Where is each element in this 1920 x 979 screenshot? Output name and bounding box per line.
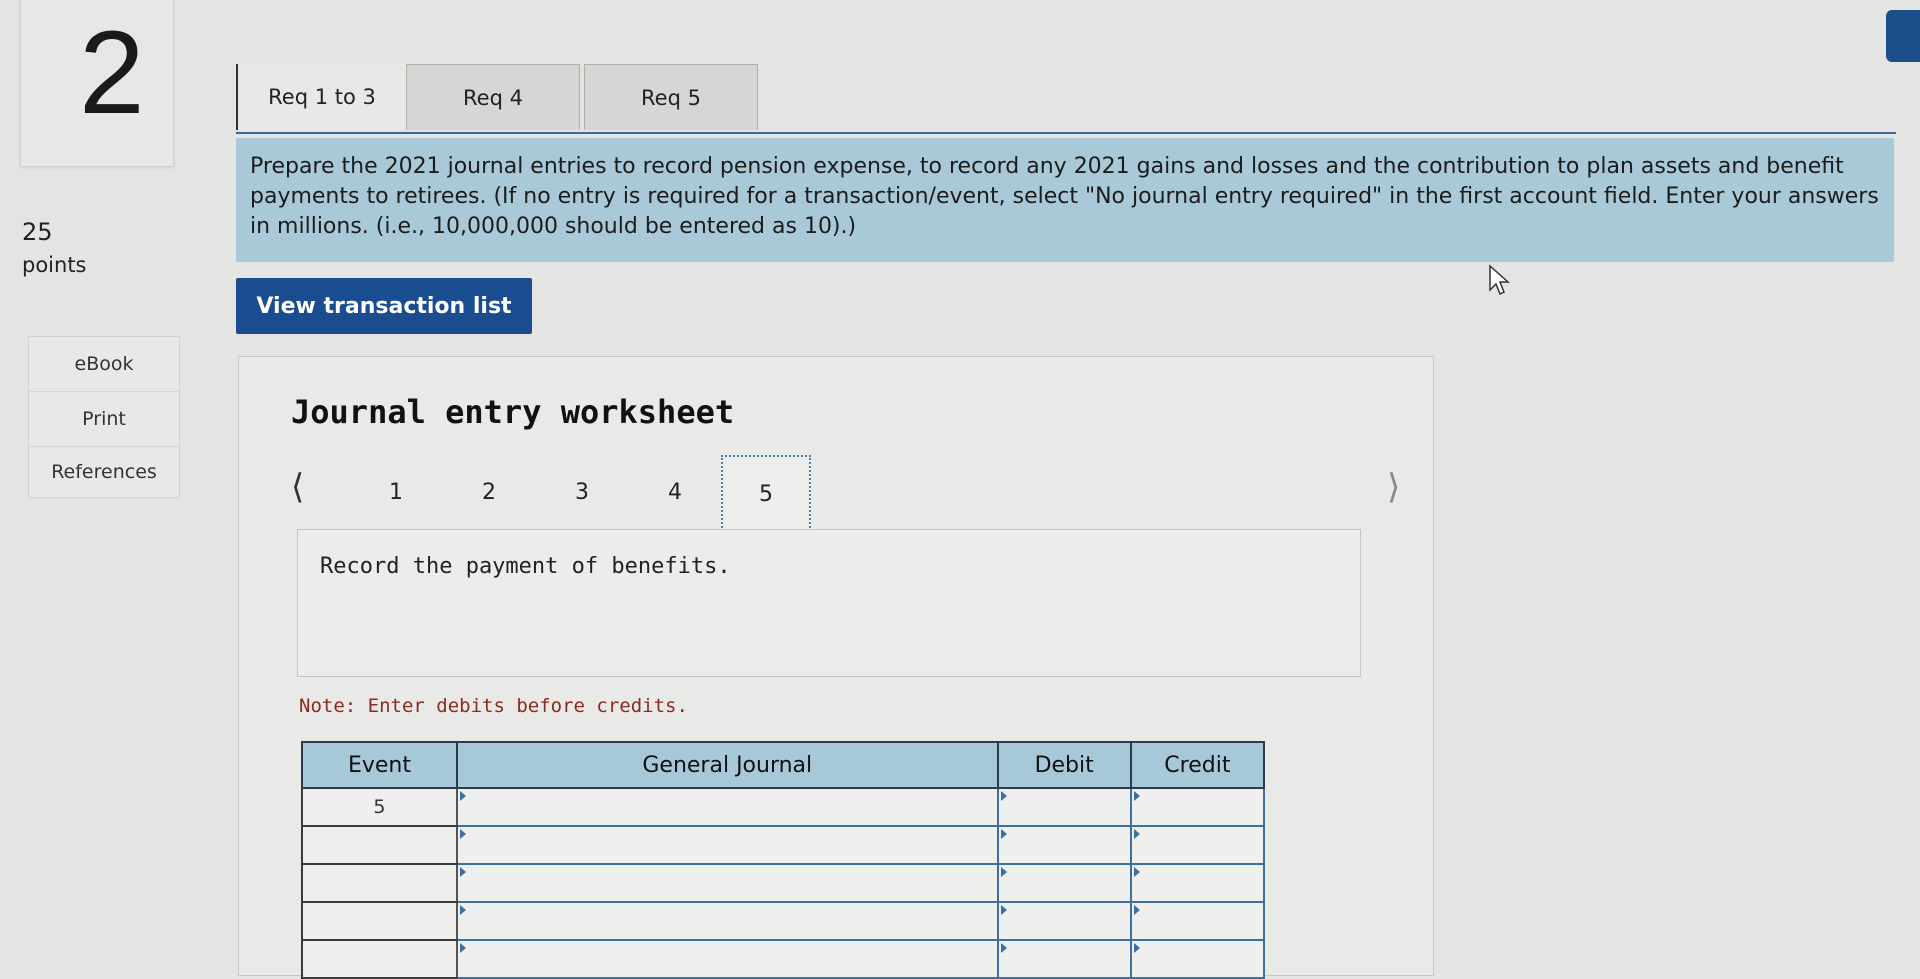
credit-input[interactable] xyxy=(1129,939,1266,979)
page-1-button[interactable]: 1 xyxy=(351,455,441,531)
account-select[interactable] xyxy=(455,939,999,979)
journal-entry-worksheet: Journal entry worksheet ⟨ 1 2 3 4 5 ⟩ Re… xyxy=(238,356,1434,979)
table-row: 5 xyxy=(301,787,1266,827)
credit-input[interactable] xyxy=(1129,825,1266,865)
credit-input[interactable] xyxy=(1129,787,1266,827)
instructions-text: Prepare the 2021 journal entries to reco… xyxy=(250,154,1879,239)
account-select[interactable] xyxy=(455,787,999,827)
event-cell xyxy=(301,825,458,865)
chevron-left-icon[interactable]: ⟨ xyxy=(291,467,304,507)
tab-req-5[interactable]: Req 5 xyxy=(584,64,758,130)
dropdown-indicator-icon xyxy=(459,867,466,877)
entry-prompt: Record the payment of benefits. xyxy=(297,529,1361,677)
dropdown-indicator-icon xyxy=(459,829,466,839)
credit-input[interactable] xyxy=(1129,863,1266,903)
tab-divider xyxy=(236,132,1896,134)
event-cell xyxy=(301,863,458,903)
input-indicator-icon xyxy=(1133,867,1140,877)
question-number-card: 2 xyxy=(20,0,174,167)
dropdown-indicator-icon xyxy=(459,791,466,801)
view-transaction-list-button[interactable]: View transaction list xyxy=(236,278,532,334)
debit-input[interactable] xyxy=(996,863,1132,903)
input-indicator-icon xyxy=(1000,867,1007,877)
dropdown-indicator-icon xyxy=(459,943,466,953)
input-indicator-icon xyxy=(1000,791,1007,801)
ebook-link[interactable]: eBook xyxy=(29,337,179,392)
journal-table: Event General Journal Debit Credit 5 xyxy=(301,741,1266,979)
col-header-debit: Debit xyxy=(996,741,1132,789)
entry-note: Note: Enter debits before credits. xyxy=(299,695,688,717)
requirement-tabs: Req 1 to 3 Req 4 Req 5 xyxy=(236,64,762,130)
input-indicator-icon xyxy=(1133,905,1140,915)
account-select[interactable] xyxy=(455,825,999,865)
page-5-button[interactable]: 5 xyxy=(721,455,811,531)
input-indicator-icon xyxy=(1000,943,1007,953)
tab-req-4[interactable]: Req 4 xyxy=(406,64,580,130)
input-indicator-icon xyxy=(1000,905,1007,915)
debit-input[interactable] xyxy=(996,825,1132,865)
page-3-button[interactable]: 3 xyxy=(537,455,627,531)
input-indicator-icon xyxy=(1133,943,1140,953)
table-row xyxy=(301,825,1266,865)
debit-input[interactable] xyxy=(996,787,1132,827)
entry-pager: ⟨ 1 2 3 4 5 ⟩ xyxy=(291,453,1400,531)
instructions-panel: Prepare the 2021 journal entries to reco… xyxy=(236,138,1894,262)
table-row xyxy=(301,939,1266,979)
resource-links: eBook Print References xyxy=(28,336,180,498)
references-link[interactable]: References xyxy=(29,447,179,497)
input-indicator-icon xyxy=(1000,829,1007,839)
debit-input[interactable] xyxy=(996,939,1132,979)
account-select[interactable] xyxy=(455,863,999,903)
input-indicator-icon xyxy=(1133,829,1140,839)
table-row xyxy=(301,863,1266,903)
chevron-right-icon[interactable]: ⟩ xyxy=(1387,467,1400,507)
debit-input[interactable] xyxy=(996,901,1132,941)
event-cell xyxy=(301,901,458,941)
page-4-button[interactable]: 4 xyxy=(630,455,720,531)
print-link[interactable]: Print xyxy=(29,392,179,447)
worksheet-title: Journal entry worksheet xyxy=(291,393,735,431)
tab-req-1-to-3[interactable]: Req 1 to 3 xyxy=(236,64,406,130)
help-tab-button[interactable] xyxy=(1886,10,1920,62)
event-cell: 5 xyxy=(301,787,458,827)
input-indicator-icon xyxy=(1133,791,1140,801)
table-row xyxy=(301,901,1266,941)
col-header-general-journal: General Journal xyxy=(455,741,999,789)
credit-input[interactable] xyxy=(1129,901,1266,941)
page-2-button[interactable]: 2 xyxy=(444,455,534,531)
col-header-credit: Credit xyxy=(1129,741,1266,789)
points-value: 25 xyxy=(22,218,53,246)
event-cell xyxy=(301,939,458,979)
dropdown-indicator-icon xyxy=(459,905,466,915)
account-select[interactable] xyxy=(455,901,999,941)
col-header-event: Event xyxy=(301,741,458,789)
points-label: points xyxy=(22,253,87,277)
question-number: 2 xyxy=(79,7,145,139)
mouse-pointer-icon xyxy=(1489,264,1510,296)
